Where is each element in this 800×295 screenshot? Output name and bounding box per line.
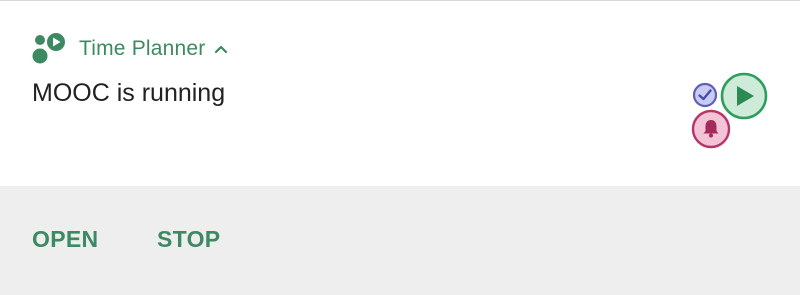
notification-card[interactable]: Time Planner MOOC is running OPEN STOP: [0, 0, 800, 295]
check-icon: [692, 82, 718, 108]
play-icon: [720, 72, 768, 120]
notification-large-icon: [691, 72, 768, 149]
bell-icon: [691, 109, 731, 149]
app-name: Time Planner: [79, 37, 206, 60]
notification-header: Time Planner: [32, 31, 228, 67]
time-planner-app-icon: [32, 33, 65, 64]
notification-actions: OPEN STOP: [0, 186, 800, 295]
chevron-up-icon[interactable]: [214, 42, 228, 56]
stop-button[interactable]: STOP: [157, 226, 220, 253]
open-button[interactable]: OPEN: [32, 226, 98, 253]
notification-message: MOOC is running: [32, 79, 226, 107]
